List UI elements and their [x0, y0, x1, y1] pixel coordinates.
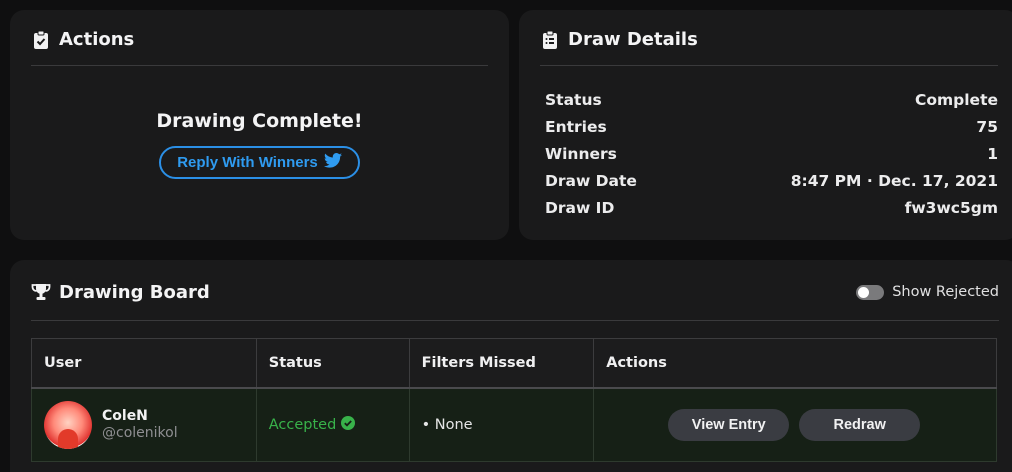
drawing-board-card: Drawing Board Show Rejected User Status …: [10, 260, 1012, 472]
detail-label: Status: [545, 90, 602, 109]
reply-with-winners-button[interactable]: Reply With Winners: [159, 146, 360, 179]
actions-card: Actions Drawing Complete! Reply With Win…: [10, 10, 509, 240]
board-title-group: Drawing Board: [31, 282, 210, 303]
detail-label: Entries: [545, 117, 607, 136]
status-cell: Accepted: [255, 387, 410, 462]
detail-value: 75: [976, 117, 998, 136]
trophy-icon: [31, 282, 51, 302]
show-rejected-toggle[interactable]: [856, 284, 885, 300]
details-header: Draw Details: [540, 10, 998, 66]
detail-label: Draw Date: [545, 171, 637, 190]
detail-row-status: Status Complete: [545, 86, 998, 113]
status-badge: Accepted: [268, 415, 356, 434]
details-list: Status Complete Entries 75 Winners 1 Dra…: [545, 86, 998, 221]
detail-value: 1: [987, 144, 998, 163]
column-header-status: Status: [255, 338, 410, 389]
redraw-button[interactable]: Redraw: [799, 408, 921, 441]
status-text: Accepted: [268, 416, 337, 433]
user-info: ColeN @colenikol: [44, 400, 256, 449]
user-text: ColeN @colenikol: [102, 408, 178, 441]
detail-value: Complete: [914, 90, 998, 109]
actions-cell: View Entry Redraw: [593, 387, 997, 462]
drawing-status-text: Drawing Complete!: [156, 110, 363, 132]
toggle-knob: [858, 286, 870, 298]
clipboard-list-icon: [540, 30, 560, 50]
details-title: Draw Details: [568, 29, 698, 50]
drawing-board-table: User Status Filters Missed Actions ColeN…: [31, 338, 997, 462]
show-rejected-label: Show Rejected: [892, 284, 999, 300]
board-header: Drawing Board Show Rejected: [31, 260, 999, 321]
actions-title: Actions: [59, 29, 135, 50]
check-circle-icon: [341, 415, 356, 434]
column-header-actions: Actions: [593, 338, 997, 389]
board-title: Drawing Board: [59, 281, 210, 303]
detail-row-draw-id: Draw ID fw3wc5gm: [545, 194, 998, 221]
detail-label: Winners: [545, 144, 617, 163]
detail-row-draw-date: Draw Date 8:47 PM · Dec. 17, 2021: [545, 167, 998, 194]
view-entry-button[interactable]: View Entry: [668, 408, 790, 441]
draw-details-card: Draw Details Status Complete Entries 75 …: [519, 10, 1012, 240]
reply-button-label: Reply With Winners: [177, 154, 318, 171]
twitter-bird-icon: [323, 153, 342, 172]
user-cell: ColeN @colenikol: [31, 387, 257, 462]
column-header-user: User: [31, 338, 257, 389]
show-rejected-control: Show Rejected: [856, 284, 999, 300]
row-actions: View Entry Redraw: [606, 408, 996, 441]
detail-row-winners: Winners 1: [545, 140, 998, 167]
filters-missed-cell: • None: [408, 387, 595, 462]
clipboard-check-icon: [31, 30, 51, 50]
actions-header: Actions: [31, 10, 488, 66]
detail-value: 8:47 PM · Dec. 17, 2021: [790, 171, 998, 190]
detail-label: Draw ID: [545, 198, 615, 217]
table-header-row: User Status Filters Missed Actions: [31, 338, 997, 389]
user-name[interactable]: ColeN: [102, 408, 178, 424]
avatar[interactable]: [44, 400, 92, 449]
detail-row-entries: Entries 75: [545, 113, 998, 140]
table-row: ColeN @colenikol Accepted • None View En…: [31, 387, 997, 462]
user-handle[interactable]: @colenikol: [102, 425, 178, 441]
column-header-filters-missed: Filters Missed: [408, 338, 595, 389]
detail-value: fw3wc5gm: [904, 198, 998, 217]
actions-body: Drawing Complete! Reply With Winners: [10, 66, 509, 179]
